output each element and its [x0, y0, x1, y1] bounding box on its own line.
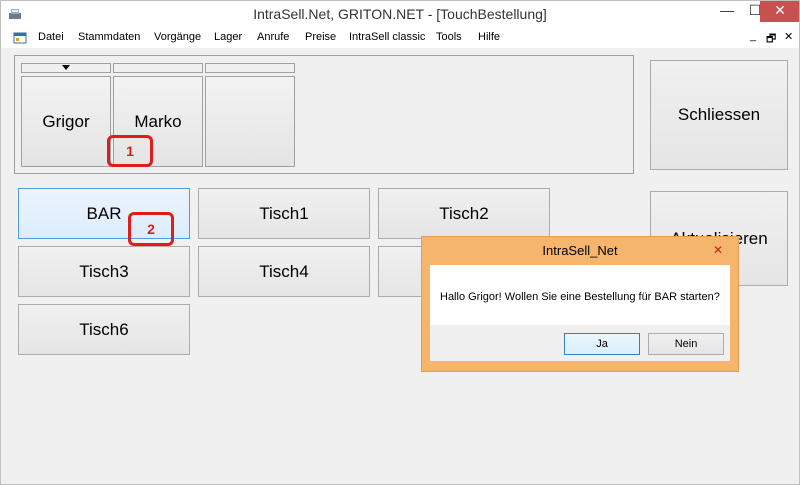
menu-datei[interactable]: Datei — [38, 31, 64, 43]
menu-lager[interactable]: Lager — [214, 31, 242, 43]
user-tile-empty[interactable] — [205, 76, 295, 167]
close-button[interactable]: Schliessen — [650, 60, 788, 170]
mdi-minimize-button[interactable]: _ — [750, 30, 756, 42]
mdi-close-button[interactable]: ✕ — [784, 30, 793, 43]
minimize-button[interactable]: — — [712, 0, 742, 22]
table-button-tisch6[interactable]: Tisch6 — [18, 304, 190, 355]
annotation-marker-1: 1 — [107, 135, 153, 167]
menu-intrasell-classic[interactable]: IntraSell classic — [349, 31, 425, 43]
form-icon — [13, 32, 27, 44]
dialog-message-area: Hallo Grigor! Wollen Sie eine Bestellung… — [430, 265, 730, 325]
menu-hilfe[interactable]: Hilfe — [478, 31, 500, 43]
dropdown-arrow-icon — [62, 65, 70, 70]
menu-preise[interactable]: Preise — [305, 31, 336, 43]
mdi-restore-button[interactable]: 🗗 — [766, 30, 776, 49]
menu-tools[interactable]: Tools — [436, 31, 462, 43]
table-button-tisch3[interactable]: Tisch3 — [18, 246, 190, 297]
menu-vorgaenge[interactable]: Vorgänge — [154, 31, 201, 43]
dialog-title: IntraSell_Net — [542, 243, 618, 258]
dialog-body: Hallo Grigor! Wollen Sie eine Bestellung… — [430, 265, 730, 361]
user-tile-header — [113, 63, 203, 73]
menu-stammdaten[interactable]: Stammdaten — [78, 31, 140, 43]
dialog-no-button[interactable]: Nein — [648, 333, 724, 355]
menu-bar: Datei Stammdaten Vorgänge Lager Anrufe P… — [0, 28, 800, 48]
window-title: IntraSell.Net, GRITON.NET - [TouchBestel… — [253, 6, 547, 22]
user-tile-grigor[interactable]: Grigor — [21, 76, 111, 167]
table-button-tisch4[interactable]: Tisch4 — [198, 246, 370, 297]
table-button-tisch2[interactable]: Tisch2 — [378, 188, 550, 239]
menu-anrufe[interactable]: Anrufe — [257, 31, 289, 43]
close-window-button[interactable]: ✕ — [760, 0, 800, 22]
user-tile-header — [205, 63, 295, 73]
dialog-yes-button[interactable]: Ja — [564, 333, 640, 355]
title-bar: IntraSell.Net, GRITON.NET - [TouchBestel… — [0, 0, 800, 30]
user-dropdown[interactable] — [21, 63, 111, 73]
dialog-message: Hallo Grigor! Wollen Sie eine Bestellung… — [440, 291, 720, 303]
confirm-dialog: IntraSell_Net ✕ Hallo Grigor! Wollen Sie… — [421, 236, 739, 372]
annotation-marker-2: 2 — [128, 212, 174, 246]
table-button-tisch1[interactable]: Tisch1 — [198, 188, 370, 239]
dialog-close-button[interactable]: ✕ — [705, 242, 731, 258]
